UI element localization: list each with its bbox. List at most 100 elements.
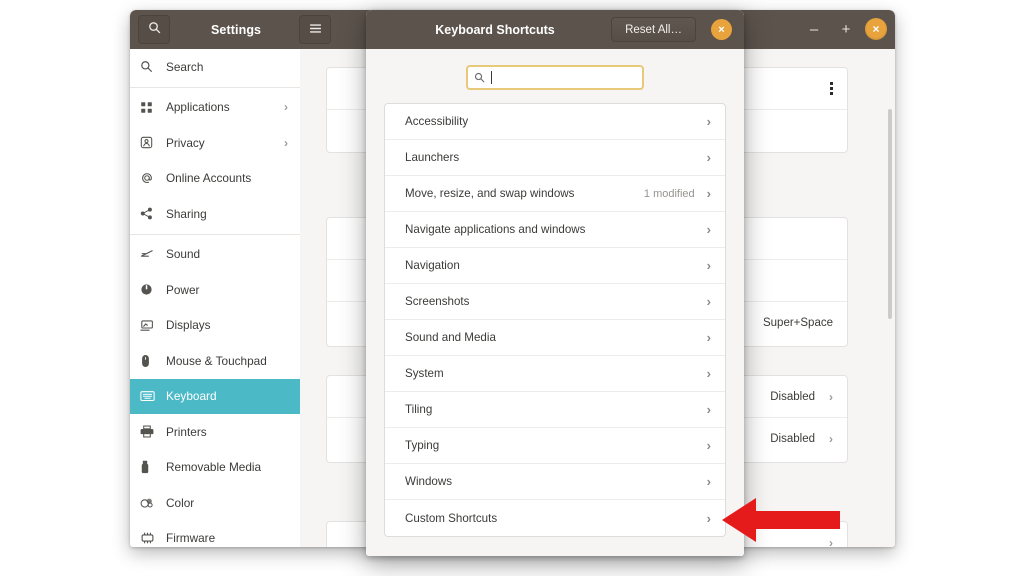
sidebar-item-firmware[interactable]: Firmware bbox=[130, 521, 300, 548]
sidebar-item-power[interactable]: Power bbox=[130, 272, 300, 308]
usb-drive-icon bbox=[140, 460, 162, 474]
sidebar-item-removable-media[interactable]: Removable Media bbox=[130, 450, 300, 486]
hamburger-menu-button[interactable] bbox=[299, 15, 331, 44]
chevron-right-icon: › bbox=[707, 402, 711, 417]
category-label: Accessibility bbox=[405, 115, 695, 128]
sidebar-divider bbox=[130, 87, 300, 88]
list-item[interactable]: Screenshots › bbox=[385, 284, 725, 320]
sidebar-item-search[interactable]: Search bbox=[130, 49, 300, 85]
category-label: Tiling bbox=[405, 403, 695, 416]
dialog-close-button[interactable]: × bbox=[711, 19, 732, 40]
chevron-right-icon: › bbox=[707, 114, 711, 129]
chevron-right-icon: › bbox=[707, 366, 711, 381]
list-item[interactable]: Navigate applications and windows › bbox=[385, 212, 725, 248]
at-sign-icon bbox=[140, 171, 162, 185]
sidebar-item-label: Printers bbox=[166, 425, 290, 439]
sidebar-item-label: Sound bbox=[166, 247, 290, 261]
sidebar-item-label: Mouse & Touchpad bbox=[166, 354, 290, 368]
hamburger-menu-icon bbox=[309, 21, 322, 39]
category-label: Navigation bbox=[405, 259, 695, 272]
chevron-right-icon: › bbox=[707, 330, 711, 345]
category-label: Typing bbox=[405, 439, 695, 452]
shortcut-value: Disabled bbox=[770, 391, 815, 403]
reset-all-button[interactable]: Reset All… bbox=[611, 17, 696, 42]
list-item-custom-shortcuts[interactable]: Custom Shortcuts › bbox=[385, 500, 725, 536]
chevron-right-icon: › bbox=[707, 150, 711, 165]
list-item[interactable]: System › bbox=[385, 356, 725, 392]
sidebar-divider bbox=[130, 234, 300, 235]
sidebar-item-label: Privacy bbox=[166, 136, 284, 150]
chip-icon bbox=[140, 532, 162, 544]
grid-icon bbox=[140, 101, 162, 114]
chevron-right-icon: › bbox=[284, 100, 288, 114]
chevron-right-icon: › bbox=[707, 438, 711, 453]
shortcut-value: Super+Space bbox=[763, 317, 833, 329]
share-nodes-icon bbox=[140, 207, 162, 220]
sidebar-item-online-accounts[interactable]: Online Accounts bbox=[130, 161, 300, 197]
chevron-right-icon: › bbox=[707, 258, 711, 273]
list-item[interactable]: Windows › bbox=[385, 464, 725, 500]
sidebar-item-color[interactable]: Color bbox=[130, 485, 300, 521]
search-toolbar-button[interactable] bbox=[138, 15, 170, 44]
content-scrollbar[interactable] bbox=[888, 109, 892, 319]
dialog-titlebar: Keyboard Shortcuts Reset All… × bbox=[366, 10, 744, 49]
sidebar-item-sound[interactable]: Sound bbox=[130, 237, 300, 273]
chevron-right-icon: › bbox=[707, 294, 711, 309]
chevron-right-icon: › bbox=[707, 511, 711, 526]
sidebar-item-displays[interactable]: Displays bbox=[130, 308, 300, 344]
chevron-right-icon: › bbox=[707, 474, 711, 489]
list-item[interactable]: Move, resize, and swap windows 1 modifie… bbox=[385, 176, 725, 212]
search-icon bbox=[140, 60, 162, 73]
sidebar-item-label: Color bbox=[166, 496, 290, 510]
list-item[interactable]: Sound and Media › bbox=[385, 320, 725, 356]
window-controls: – + × bbox=[801, 16, 887, 42]
minimize-button[interactable]: – bbox=[801, 16, 827, 42]
category-label: Sound and Media bbox=[405, 331, 695, 344]
category-label: Launchers bbox=[405, 151, 695, 164]
keyboard-icon bbox=[140, 390, 162, 402]
category-label: Move, resize, and swap windows bbox=[405, 187, 644, 200]
power-icon bbox=[140, 283, 162, 296]
close-button[interactable]: × bbox=[865, 18, 887, 40]
dialog-body: Accessibility › Launchers › Move, resize… bbox=[366, 49, 744, 556]
settings-sidebar: Search Applications › Privacy bbox=[130, 49, 301, 547]
chevron-right-icon: › bbox=[829, 536, 833, 547]
sidebar-item-label: Sharing bbox=[166, 207, 290, 221]
sound-wave-icon bbox=[140, 248, 162, 260]
text-caret bbox=[491, 71, 492, 84]
sidebar-item-keyboard[interactable]: Keyboard bbox=[130, 379, 300, 415]
list-item[interactable]: Accessibility › bbox=[385, 104, 725, 140]
sidebar-item-mouse-touchpad[interactable]: Mouse & Touchpad bbox=[130, 343, 300, 379]
kebab-menu-icon[interactable] bbox=[830, 82, 833, 95]
list-item[interactable]: Navigation › bbox=[385, 248, 725, 284]
chevron-right-icon: › bbox=[284, 136, 288, 150]
sidebar-item-label: Displays bbox=[166, 318, 290, 332]
sidebar-item-privacy[interactable]: Privacy › bbox=[130, 125, 300, 161]
sidebar-item-applications[interactable]: Applications › bbox=[130, 90, 300, 126]
sidebar-item-label: Removable Media bbox=[166, 460, 290, 474]
chevron-right-icon: › bbox=[829, 432, 833, 446]
category-status: 1 modified bbox=[644, 188, 695, 200]
search-input[interactable] bbox=[466, 65, 644, 90]
settings-window-title: Settings bbox=[211, 23, 261, 37]
search-icon bbox=[474, 72, 485, 83]
search-row bbox=[366, 49, 744, 90]
list-item[interactable]: Launchers › bbox=[385, 140, 725, 176]
shortcut-value: Disabled bbox=[770, 433, 815, 445]
mouse-icon bbox=[140, 354, 162, 368]
category-label: System bbox=[405, 367, 695, 380]
sidebar-item-label: Applications bbox=[166, 100, 284, 114]
sidebar-item-label: Online Accounts bbox=[166, 171, 290, 185]
privacy-badge-icon bbox=[140, 136, 162, 149]
category-label: Windows bbox=[405, 475, 695, 488]
list-item[interactable]: Tiling › bbox=[385, 392, 725, 428]
display-monitor-icon bbox=[140, 319, 162, 332]
chevron-right-icon: › bbox=[707, 222, 711, 237]
sidebar-item-sharing[interactable]: Sharing bbox=[130, 196, 300, 232]
color-swatch-icon bbox=[140, 496, 162, 509]
list-item[interactable]: Typing › bbox=[385, 428, 725, 464]
keyboard-shortcuts-dialog: Keyboard Shortcuts Reset All… × Accessib… bbox=[366, 10, 744, 556]
sidebar-item-printers[interactable]: Printers bbox=[130, 414, 300, 450]
category-label: Screenshots bbox=[405, 295, 695, 308]
maximize-button[interactable]: + bbox=[833, 16, 859, 42]
